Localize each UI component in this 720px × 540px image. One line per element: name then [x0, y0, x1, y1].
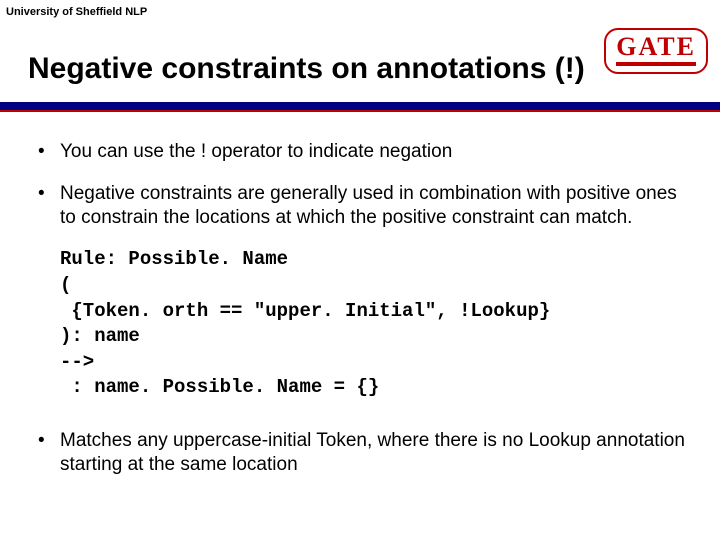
- bullet-dot-icon: •: [38, 182, 60, 230]
- header-label: University of Sheffield NLP: [6, 6, 147, 18]
- bullet-item: • Negative constraints are generally use…: [38, 182, 690, 230]
- bullet-text: Negative constraints are generally used …: [60, 182, 690, 230]
- bullet-item: • You can use the ! operator to indicate…: [38, 140, 690, 164]
- code-block: Rule: Possible. Name ( {Token. orth == "…: [60, 247, 690, 401]
- bullet-text: Matches any uppercase-initial Token, whe…: [60, 429, 690, 477]
- slide-content: • You can use the ! operator to indicate…: [38, 140, 690, 495]
- bullet-dot-icon: •: [38, 140, 60, 164]
- gate-logo: GATE: [604, 28, 708, 74]
- slide-title: Negative constraints on annotations (!): [28, 52, 585, 86]
- bullet-item: • Matches any uppercase-initial Token, w…: [38, 429, 690, 477]
- logo-text: GATE: [616, 34, 696, 60]
- bullet-dot-icon: •: [38, 429, 60, 477]
- bullet-text: You can use the ! operator to indicate n…: [60, 140, 690, 164]
- title-divider: [0, 102, 720, 112]
